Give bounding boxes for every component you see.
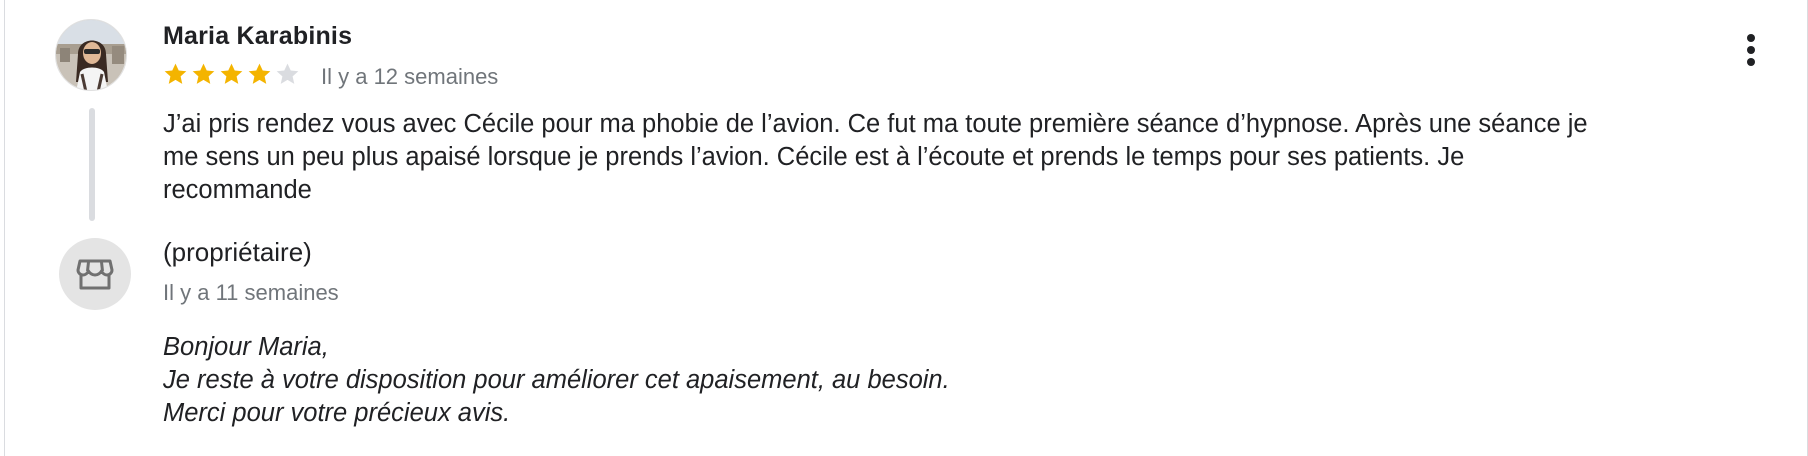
thread-line (89, 108, 95, 221)
review-card: Maria Karabinis Il y a 12 semaines J’ai … (4, 0, 1808, 456)
owner-response-date: Il y a 11 semaines (163, 280, 339, 305)
more-vert-icon (1747, 34, 1755, 42)
reviewer-photo (56, 20, 126, 90)
star-filled-icon (220, 63, 243, 84)
owner-reply-line: Bonjour Maria, (163, 333, 329, 361)
more-vert-icon-dot (1747, 46, 1755, 54)
owner-reply-line: Je reste à votre disposition pour amélio… (163, 366, 950, 394)
owner-reply-line: Merci pour votre précieux avis. (163, 399, 511, 427)
storefront-icon (76, 259, 114, 290)
star-filled-icon (192, 63, 215, 84)
reviewer-name[interactable]: Maria Karabinis (163, 22, 352, 51)
star-empty-icon (276, 63, 299, 84)
star-filled-icon (248, 63, 271, 84)
owner-reply-text: Bonjour Maria, Je reste à votre disposit… (163, 331, 1463, 430)
reviewer-avatar[interactable] (55, 19, 127, 91)
review-date: Il y a 12 semaines (321, 64, 499, 89)
more-vert-icon-dot (1747, 58, 1755, 66)
star-filled-icon (164, 63, 187, 84)
star-rating (163, 62, 300, 87)
owner-avatar (59, 238, 131, 310)
more-options-button[interactable] (1733, 28, 1769, 72)
review-text: J’ai pris rendez vous avec Cécile pour m… (163, 110, 1588, 204)
owner-label: (propriétaire) (163, 237, 312, 267)
